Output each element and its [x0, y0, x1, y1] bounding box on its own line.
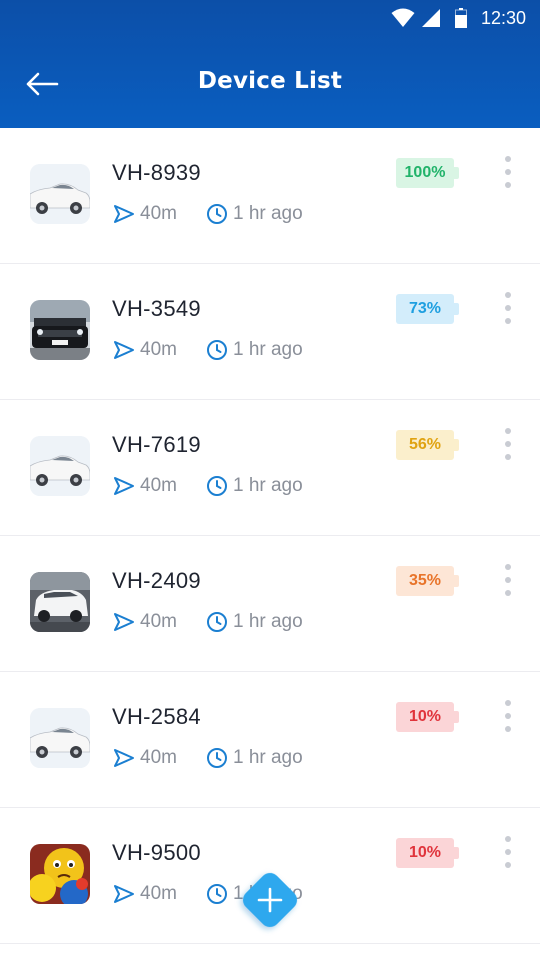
device-thumbnail: [30, 300, 90, 360]
status-time: 12:30: [480, 7, 526, 28]
device-name: VH-7619: [112, 432, 201, 457]
list-item[interactable]: VH-2584 40m 1 hr ago 10%: [0, 672, 540, 808]
dot: [505, 441, 511, 447]
device-meta: 40m 1 hr ago: [112, 474, 303, 498]
add-device-button[interactable]: [234, 864, 306, 936]
device-distance: 40m: [140, 611, 177, 632]
wifi-icon: [391, 8, 415, 28]
dot: [505, 454, 511, 460]
navigation-icon: [112, 338, 136, 362]
navigation-icon: [112, 474, 136, 498]
list-item[interactable]: VH-8939 40m 1 hr ago 100%: [0, 128, 540, 264]
list-item[interactable]: VH-3549 40m 1 hr ago 73%: [0, 264, 540, 400]
device-name: VH-9500: [112, 840, 201, 865]
more-options-button[interactable]: [496, 832, 520, 872]
clock-icon: [205, 610, 229, 634]
more-options-button[interactable]: [496, 560, 520, 600]
dot: [505, 318, 511, 324]
battery-badge: 56%: [396, 430, 459, 460]
more-options-button[interactable]: [496, 696, 520, 736]
dot: [505, 700, 511, 706]
dot: [505, 169, 511, 175]
device-name: VH-8939: [112, 160, 201, 185]
navigation-icon: [112, 746, 136, 770]
dot: [505, 182, 511, 188]
toolbar: Device List: [0, 56, 540, 112]
more-options-button[interactable]: [496, 424, 520, 464]
device-meta: 40m 1 hr ago: [112, 746, 303, 770]
device-thumbnail: [30, 844, 90, 904]
device-thumbnail: [30, 708, 90, 768]
device-time-ago: 1 hr ago: [232, 475, 303, 496]
list-item[interactable]: VH-2409 40m 1 hr ago 35%: [0, 536, 540, 672]
dot: [505, 726, 511, 732]
device-meta: 40m 1 hr ago: [112, 202, 303, 226]
battery-badge: 10%: [396, 838, 459, 868]
navigation-icon: [112, 882, 136, 906]
device-distance: 40m: [140, 883, 177, 904]
more-options-button[interactable]: [496, 288, 520, 328]
dot: [505, 590, 511, 596]
clock-icon: [205, 882, 229, 906]
battery-badge: 100%: [396, 158, 459, 188]
device-time-ago: 1 hr ago: [232, 747, 303, 768]
device-thumbnail: [30, 572, 90, 632]
device-meta: 40m 1 hr ago: [112, 610, 303, 634]
dot: [505, 836, 511, 842]
clock-icon: [205, 338, 229, 362]
device-distance: 40m: [140, 747, 177, 768]
device-name: VH-2409: [112, 568, 201, 593]
dot: [505, 849, 511, 855]
dot: [505, 577, 511, 583]
dot: [505, 428, 511, 434]
device-list: VH-8939 40m 1 hr ago 100% VH-3549 40m 1 …: [0, 128, 540, 960]
page-title: Device List: [197, 68, 343, 94]
dot: [505, 862, 511, 868]
battery-icon: [454, 8, 467, 28]
device-thumbnail: [30, 164, 90, 224]
status-bar: 12:30: [0, 0, 540, 36]
device-time-ago: 1 hr ago: [232, 611, 303, 632]
list-item[interactable]: VH-7619 40m 1 hr ago 56%: [0, 400, 540, 536]
dot: [505, 713, 511, 719]
device-time-ago: 1 hr ago: [232, 203, 303, 224]
device-distance: 40m: [140, 475, 177, 496]
device-meta: 40m 1 hr ago: [112, 338, 303, 362]
clock-icon: [205, 202, 229, 226]
device-time-ago: 1 hr ago: [232, 339, 303, 360]
navigation-icon: [112, 610, 136, 634]
device-name: VH-2584: [112, 704, 201, 729]
clock-icon: [205, 474, 229, 498]
app-header: 12:30 Device List: [0, 0, 540, 128]
device-distance: 40m: [140, 203, 177, 224]
signal-icon: [421, 8, 441, 28]
battery-badge: 10%: [396, 702, 459, 732]
battery-badge: 35%: [396, 566, 459, 596]
device-name: VH-3549: [112, 296, 201, 321]
dot: [505, 292, 511, 298]
dot: [505, 156, 511, 162]
navigation-icon: [112, 202, 136, 226]
device-distance: 40m: [140, 339, 177, 360]
battery-badge: 73%: [396, 294, 459, 324]
clock-icon: [205, 746, 229, 770]
dot: [505, 305, 511, 311]
more-options-button[interactable]: [496, 152, 520, 192]
dot: [505, 564, 511, 570]
device-thumbnail: [30, 436, 90, 496]
